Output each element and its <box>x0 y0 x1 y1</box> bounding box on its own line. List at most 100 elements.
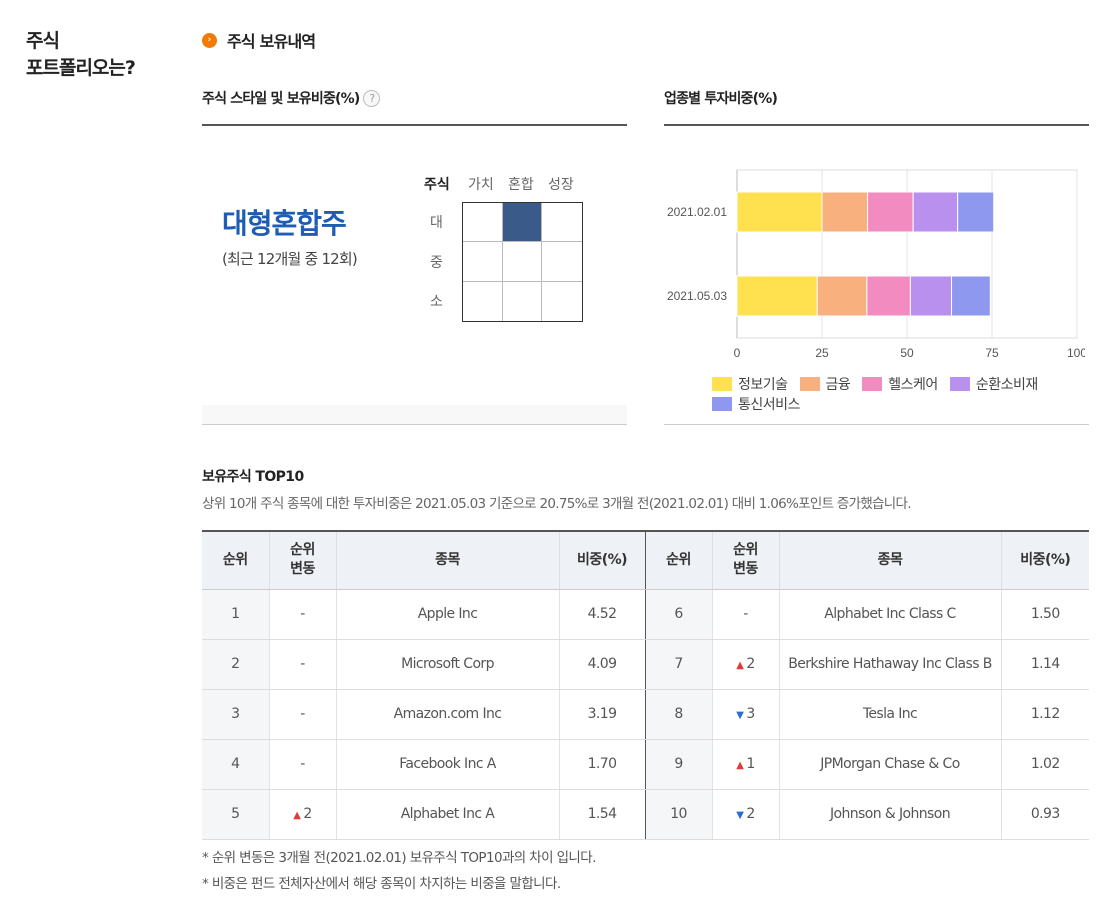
rank-change-value: - <box>300 756 305 772</box>
weight-cell: 1.50 <box>1000 589 1089 640</box>
rank-change-cell: ▼ 3 <box>711 689 779 740</box>
bar-segment <box>736 275 818 317</box>
rank-cell: 8 <box>644 689 712 740</box>
divider <box>664 424 1089 425</box>
legend-item: 금융 <box>799 375 851 393</box>
legend-item: 정보기술 <box>712 375 788 393</box>
stock-name-cell: Alphabet Inc Class C <box>778 589 1001 640</box>
legend-item: 순환소비재 <box>949 375 1038 393</box>
table-row: 1 - Apple Inc 4.52 6 - Alphabet Inc Class C 1.5… <box>202 589 1089 640</box>
weight-cell: 1.14 <box>1000 639 1089 690</box>
legend-label: 정보기술 <box>738 377 788 393</box>
style-sub: (최근 12개월 중 12회) <box>222 250 358 268</box>
rank-cell: 9 <box>644 739 712 790</box>
grid-col-blend: 혼합 <box>508 177 534 193</box>
grid-cell <box>542 242 582 282</box>
y-category-label: 2021.02.01 <box>667 205 727 219</box>
triangle-up-icon: ▲ <box>293 810 301 821</box>
section-title: 주식 보유내역 <box>227 32 316 51</box>
grid-cell <box>463 281 503 321</box>
bar-segment <box>736 191 823 233</box>
stock-name-cell: Microsoft Corp <box>335 639 559 690</box>
legend-item: 통신서비스 <box>712 395 800 413</box>
rank-change-cell: ▲ 2 <box>711 639 779 690</box>
rank-change-value: - <box>743 606 748 622</box>
weight-cell: 1.12 <box>1000 689 1089 740</box>
bar-segment <box>912 191 959 233</box>
grid-cell <box>542 282 582 321</box>
rank-change-value: 2 <box>746 806 755 822</box>
stock-name-cell: Apple Inc <box>335 589 559 640</box>
legend-label: 금융 <box>825 377 851 393</box>
grid-cell-active <box>502 203 543 243</box>
sidebar-title-line1: 주식 <box>26 30 60 52</box>
rank-change-value: - <box>300 706 305 722</box>
rank-cell: 4 <box>202 739 269 790</box>
bar-segment <box>957 191 995 233</box>
style-grid <box>462 202 583 322</box>
grid-cell <box>542 203 582 243</box>
header-change: 순위 변동 <box>711 531 779 590</box>
rank-change-cell: ▼ 2 <box>711 789 779 840</box>
table-header-row: 순위 순위 변동 종목 비중(%) 순위 순위 변동 종목 비중(%) <box>202 531 1089 590</box>
header-name: 종목 <box>335 531 559 590</box>
grid-cell <box>463 242 503 282</box>
rank-cell: 5 <box>202 789 269 840</box>
divider <box>664 124 1089 126</box>
stock-name-cell: Johnson & Johnson <box>778 789 1001 840</box>
grid-row-small: 소 <box>430 294 443 310</box>
grid-col-value: 가치 <box>468 177 494 193</box>
weight-cell: 1.54 <box>558 789 645 840</box>
rank-change-value: 2 <box>746 656 755 672</box>
rank-change-cell: ▲ 1 <box>711 739 779 790</box>
triangle-up-icon: ▲ <box>736 660 744 671</box>
legend-item: 헬스케어 <box>862 375 938 393</box>
weight-cell: 4.52 <box>558 589 645 640</box>
grid-cell <box>502 242 543 282</box>
stock-name-cell: Berkshire Hathaway Inc Class B <box>778 639 1001 690</box>
rank-change-cell: - <box>268 589 336 640</box>
legend-swatch <box>712 397 732 411</box>
grid-row-mid: 중 <box>430 255 443 271</box>
rank-cell: 10 <box>644 789 712 840</box>
top10-title: 보유주식 TOP10 <box>202 469 304 485</box>
stock-name-cell: JPMorgan Chase & Co <box>778 739 1001 790</box>
rank-change-cell: - <box>268 689 336 740</box>
grid-cell <box>503 281 543 321</box>
chart-legend: 정보기술 금융 헬스케어 순환소비재통신서비스 <box>712 375 1072 415</box>
x-tick-label: 75 <box>985 346 999 360</box>
rank-cell: 2 <box>202 639 269 690</box>
top10-description: 상위 10개 주식 종목에 대한 투자비중은 2021.05.03 기준으로 2… <box>202 496 912 512</box>
header-rank: 순위 <box>644 531 712 590</box>
triangle-down-icon: ▼ <box>736 810 744 821</box>
sector-box-header: 업종별 투자비중(%) <box>664 91 778 107</box>
y-category-label: 2021.05.03 <box>667 289 727 303</box>
header-weight: 비중(%) <box>558 531 645 590</box>
bar-segment <box>867 191 914 233</box>
grid-col-growth: 성장 <box>548 177 574 193</box>
rank-change-cell: - <box>268 639 336 690</box>
table-row: 3- Amazon.com Inc 3.19 8 ▼ 3 Tesla Inc 1.12 <box>202 689 1089 740</box>
help-icon[interactable]: ? <box>363 89 381 107</box>
weight-cell: 4.09 <box>558 639 645 690</box>
table-row: 5 ▲ 2 Alphabet Inc A 1.54 10 ▼ 2 Johnson & Johns… <box>202 789 1089 840</box>
legend-swatch <box>799 377 820 391</box>
triangle-up-icon: ▲ <box>736 760 744 771</box>
legend-label: 헬스케어 <box>888 377 938 393</box>
bar-segment <box>821 191 869 233</box>
footnote-weight: * 비중은 펀드 전체자산에서 해당 종목이 차지하는 비중을 말합니다. <box>202 876 561 892</box>
style-name: 대형혼합주 <box>222 207 347 240</box>
x-tick-label: 25 <box>815 346 829 360</box>
x-tick-label: 0 <box>734 346 741 360</box>
stock-name-cell: Alphabet Inc A <box>335 789 559 840</box>
legend-swatch <box>712 377 732 391</box>
rank-change-value: 2 <box>303 806 312 822</box>
grid-row-large: 대 <box>430 215 443 231</box>
legend-swatch <box>862 377 883 391</box>
footnote-rank-change: * 순위 변동은 3개월 전(2021.02.01) 보유주식 TOP10과의 … <box>202 850 596 866</box>
weight-cell: 3.19 <box>558 689 645 740</box>
divider <box>202 124 627 126</box>
chevron-right-icon: › <box>202 32 217 48</box>
weight-cell: 1.02 <box>1000 739 1089 790</box>
rank-change-cell: ▲ 2 <box>268 789 336 840</box>
